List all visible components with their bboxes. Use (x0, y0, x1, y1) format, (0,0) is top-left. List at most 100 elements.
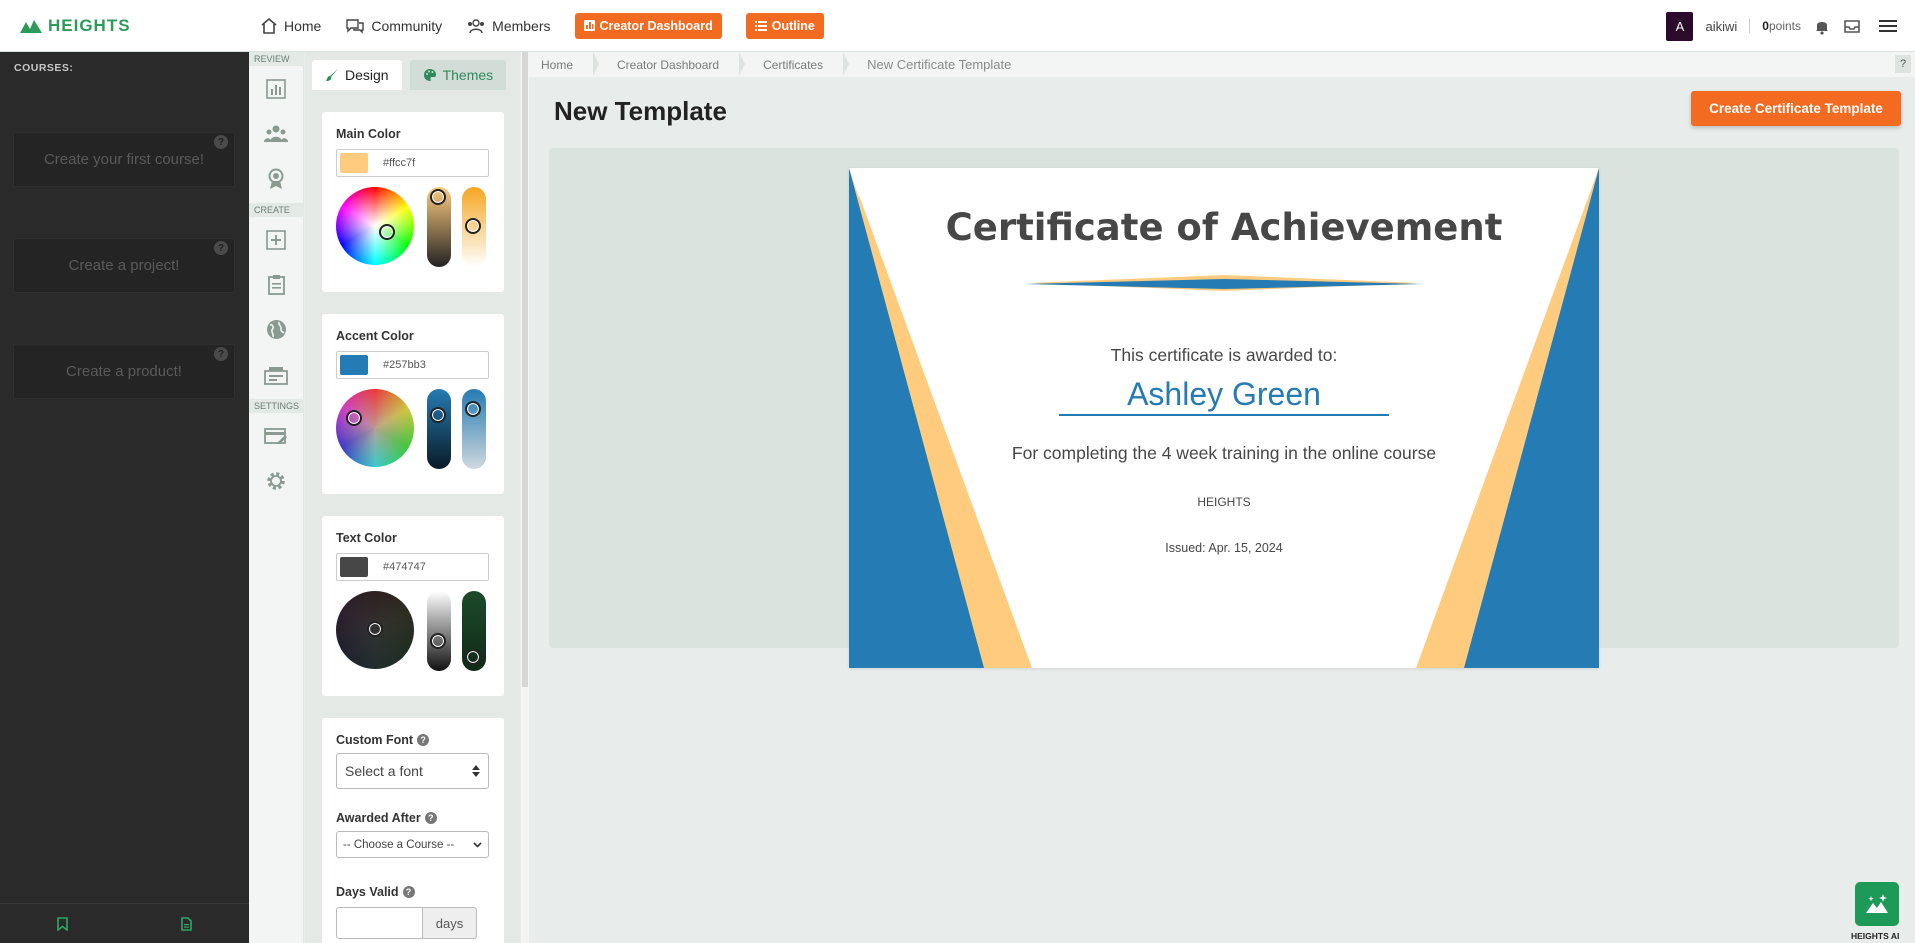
tab-design-label: Design (345, 67, 389, 83)
main-color-wheel-knob[interactable] (379, 224, 395, 240)
tab-design[interactable]: Design (312, 60, 402, 90)
text-color-alpha-slider[interactable] (462, 591, 486, 671)
outline-button[interactable]: Outline (745, 12, 824, 39)
nav-home-label: Home (284, 17, 322, 34)
certificate-settings-card: Custom Font? Select a font Awarded After… (322, 718, 504, 943)
accent-color-wheel-knob[interactable] (346, 410, 362, 426)
breadcrumb-certificates[interactable]: Certificates (739, 52, 850, 77)
creator-dashboard-label: Creator Dashboard (599, 18, 713, 33)
accent-color-field[interactable]: #257bb3 (336, 351, 489, 379)
group-icon (264, 125, 288, 142)
gear-icon (267, 471, 285, 490)
create-product-card[interactable]: Create a product! ? (13, 344, 235, 399)
points-display: 0points (1762, 19, 1801, 33)
help-tab[interactable]: ? (1895, 55, 1911, 73)
create-project-label: Create a project! (68, 257, 180, 274)
list-icon (754, 21, 767, 31)
ai-image-icon (1866, 894, 1888, 913)
days-valid-input[interactable] (336, 907, 423, 939)
text-color-hex: #474747 (383, 561, 426, 573)
billing-button[interactable] (249, 413, 303, 458)
nav-home-link[interactable]: Home (260, 17, 321, 34)
bookmark-tab[interactable] (0, 904, 125, 943)
create-course-label: Create your first course! (43, 151, 205, 168)
help-icon[interactable]: ? (214, 241, 228, 255)
create-project-card[interactable]: Create a project! ? (13, 238, 235, 293)
main-color-brightness-slider[interactable] (427, 187, 451, 267)
add-button[interactable] (249, 217, 303, 262)
products-button[interactable] (249, 352, 303, 397)
outline-label: Outline (771, 18, 815, 33)
font-select[interactable]: Select a font (336, 753, 489, 789)
main-color-wheel[interactable] (336, 187, 414, 265)
custom-font-label-text: Custom Font (336, 733, 414, 747)
page-title: New Template (554, 96, 727, 126)
tool-rail: REVIEW CREATE SETTINGS (249, 52, 304, 943)
palette-icon (423, 69, 436, 81)
text-color-brightness-slider[interactable] (427, 591, 451, 671)
logo[interactable]: HEIGHTS (20, 16, 260, 36)
accent-color-alpha-slider[interactable] (462, 389, 486, 469)
slider-knob[interactable] (430, 189, 446, 205)
text-color-wheel-knob[interactable] (367, 621, 383, 637)
certificates-button[interactable] (249, 156, 303, 201)
create-course-card[interactable]: Create your first course! ? (13, 132, 235, 187)
clipboard-button[interactable] (249, 262, 303, 307)
analytics-button[interactable] (249, 66, 303, 111)
text-color-wheel[interactable] (336, 591, 414, 669)
hamburger-menu-icon[interactable] (1879, 18, 1897, 34)
main-color-field[interactable]: #ffcc7f (336, 149, 489, 177)
plus-square-icon (266, 229, 286, 250)
clipboard-icon (267, 275, 285, 295)
nav-community-link[interactable]: Community (345, 18, 442, 34)
accent-color-wheel[interactable] (336, 389, 414, 467)
breadcrumb-home[interactable]: Home (529, 52, 600, 77)
top-navbar: HEIGHTS Home Community Members Creator D… (0, 0, 1915, 52)
inbox-icon[interactable] (1843, 18, 1861, 34)
logo-text: HEIGHTS (48, 15, 131, 35)
certificate-title: Certificate of Achievement (945, 206, 1503, 249)
bookmark-icon (56, 916, 68, 931)
slider-knob[interactable] (465, 401, 481, 417)
slider-knob[interactable] (465, 218, 481, 234)
help-icon[interactable]: ? (214, 347, 228, 361)
brush-icon (326, 69, 338, 81)
accent-color-swatch[interactable] (340, 355, 368, 375)
username[interactable]: aikiwi (1705, 19, 1737, 34)
slider-knob[interactable] (430, 407, 446, 423)
days-valid-label: Days Valid? (336, 885, 490, 899)
accent-color-title: Accent Color (336, 329, 414, 343)
text-color-swatch[interactable] (340, 557, 368, 577)
accent-color-brightness-slider[interactable] (427, 389, 451, 469)
panel-scrollbar[interactable] (521, 52, 529, 943)
slider-knob[interactable] (465, 649, 481, 665)
settings-button[interactable] (249, 458, 303, 503)
avatar[interactable]: A (1666, 11, 1694, 41)
sort-arrows-icon (472, 765, 480, 777)
course-select[interactable]: -- Choose a Course -- (336, 831, 489, 858)
scrollbar-thumb[interactable] (522, 52, 528, 687)
heights-ai-label: HEIGHTS AI (1851, 931, 1900, 941)
breadcrumb-creator-dashboard[interactable]: Creator Dashboard (593, 52, 746, 77)
creator-dashboard-button[interactable]: Creator Dashboard (574, 12, 722, 39)
certificate-issued-date: Issued: Apr. 15, 2024 (1165, 541, 1283, 555)
globe-button[interactable] (249, 307, 303, 352)
text-color-field[interactable]: #474747 (336, 553, 489, 581)
certificate-description: For completing the 4 week training in th… (1011, 443, 1437, 463)
help-icon[interactable]: ? (214, 135, 228, 149)
design-panel: Design Themes Main Color #ffcc7f Accent … (305, 52, 520, 943)
help-icon[interactable]: ? (402, 886, 415, 898)
members-button[interactable] (249, 111, 303, 156)
bell-icon[interactable] (1813, 17, 1831, 35)
main-color-swatch[interactable] (340, 153, 368, 173)
document-tab[interactable] (125, 904, 250, 943)
main-color-alpha-slider[interactable] (462, 187, 486, 267)
custom-font-label: Custom Font? (336, 733, 490, 747)
create-certificate-template-button[interactable]: Create Certificate Template (1691, 91, 1901, 126)
heights-ai-button[interactable] (1855, 882, 1899, 926)
nav-members-link[interactable]: Members (466, 18, 551, 34)
help-icon[interactable]: ? (417, 734, 430, 746)
slider-knob[interactable] (430, 633, 446, 649)
help-icon[interactable]: ? (424, 812, 437, 824)
tab-themes[interactable]: Themes (409, 60, 507, 90)
